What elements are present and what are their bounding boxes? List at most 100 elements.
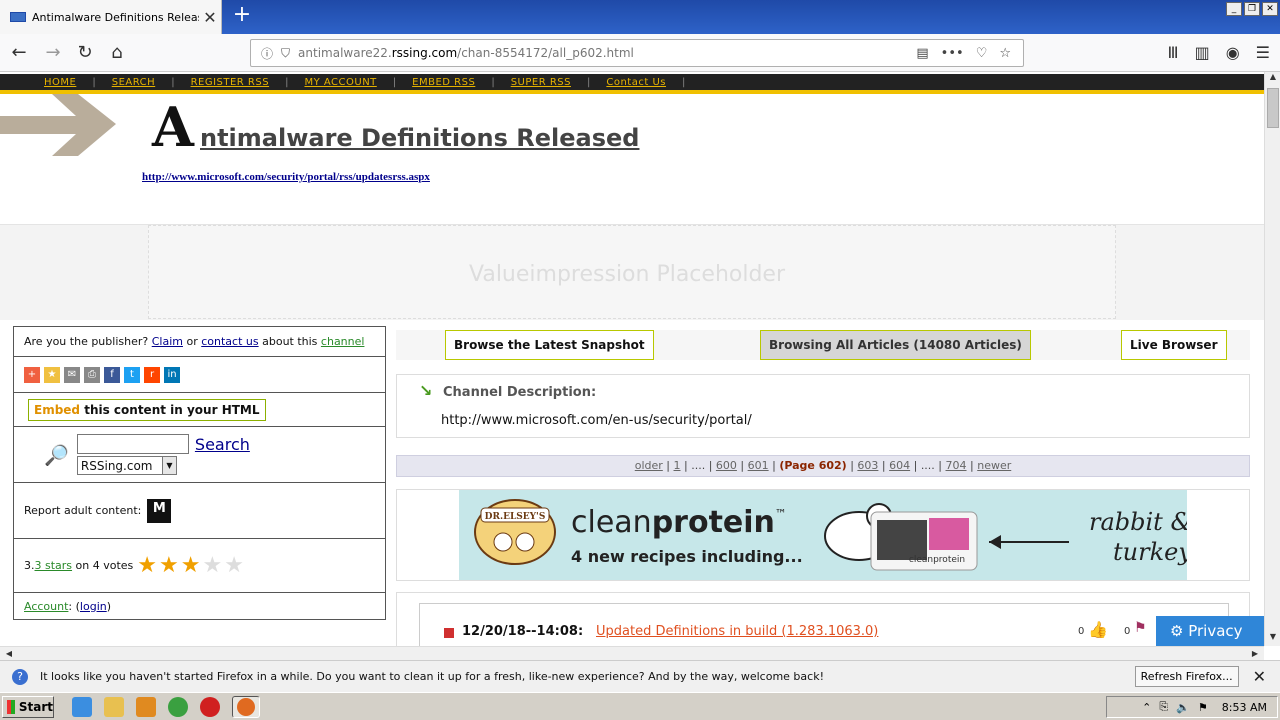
shield-icon[interactable]: ⛉ (281, 46, 290, 61)
star-icon[interactable]: ★ (137, 554, 157, 576)
media-player-icon[interactable] (136, 696, 156, 717)
firefox-notification-bar: ? It looks like you haven't started Fire… (0, 660, 1280, 692)
search-input[interactable] (76, 434, 189, 454)
restore-icon[interactable]: ❐ (1244, 2, 1260, 16)
star-rating[interactable]: ★ ★ ★ ★ ★ (137, 554, 244, 576)
info-icon[interactable]: ⓘ (261, 45, 273, 62)
refresh-firefox-button[interactable]: Refresh Firefox... (1134, 666, 1239, 687)
star-icon[interactable]: ★ (159, 554, 179, 576)
favorite-star-icon[interactable]: ★ (44, 366, 60, 383)
new-tab-icon[interactable]: + (230, 4, 254, 28)
pager-page-601[interactable]: 601 (748, 459, 769, 472)
menu-icon[interactable]: ☰ (1256, 43, 1270, 62)
menu-search[interactable]: SEARCH (112, 77, 155, 88)
web-page: HOME | SEARCH | REGISTER RSS | MY ACCOUNT | … (0, 72, 1264, 646)
reload-icon[interactable]: ↻ (72, 41, 98, 65)
close-window-icon[interactable]: ✕ (1262, 2, 1278, 16)
menu-my-account[interactable]: MY ACCOUNT (304, 77, 376, 88)
star-icon[interactable]: ★ (181, 554, 201, 576)
star-icon[interactable]: ★ (203, 554, 223, 576)
close-notification-icon[interactable]: ✕ (1253, 667, 1266, 686)
pager-page-704[interactable]: 704 (946, 459, 967, 472)
minimize-icon[interactable]: _ (1226, 2, 1242, 16)
pager-page-603[interactable]: 603 (857, 459, 878, 472)
star-icon[interactable]: ★ (224, 554, 244, 576)
pocket-icon[interactable]: ♡ (976, 46, 988, 61)
scroll-down-icon[interactable]: ▼ (1265, 632, 1280, 646)
close-tab-icon[interactable]: ✕ (199, 8, 221, 27)
feed-url-link[interactable]: http://www.microsoft.com/security/portal… (142, 171, 430, 183)
menu-embed-rss[interactable]: EMBED RSS (412, 77, 475, 88)
page-title[interactable]: ntimalware Definitions Released (200, 124, 639, 152)
live-browser-button[interactable]: Live Browser (1121, 330, 1227, 360)
firefox-taskbar-button[interactable] (232, 695, 260, 718)
contact-us-link[interactable]: contact us (201, 335, 258, 348)
email-icon[interactable]: ✉ (64, 366, 80, 383)
search-button[interactable]: Search (195, 435, 250, 454)
banner-artwork: DR.ELSEY'S cleanprotein™ 4 new recipes i… (474, 499, 1187, 571)
bookmark-star-icon[interactable]: ☆ (999, 46, 1011, 61)
start-button[interactable]: Start (2, 695, 54, 718)
tab-title: Antimalware Definitions Released (32, 10, 199, 24)
reader-view-icon[interactable]: ▤ (916, 46, 928, 61)
scroll-left-icon[interactable]: ◀ (2, 647, 16, 661)
thumbs-down-icon[interactable]: ⚑ (1134, 620, 1147, 636)
banner-brand: DR.ELSEY'S (485, 512, 546, 522)
login-link[interactable]: login (80, 600, 107, 613)
opera-icon[interactable] (200, 696, 220, 717)
pager-older[interactable]: older (635, 459, 663, 472)
address-bar[interactable]: ⓘ ⛉ antimalware22.rssing.com/chan-855417… (250, 39, 1024, 67)
article-date: 12/20/18--14:08: (462, 624, 584, 639)
volume-icon[interactable]: 🔈 (1176, 701, 1190, 714)
pager-page-600[interactable]: 600 (716, 459, 737, 472)
browser-tab[interactable]: Antimalware Definitions Released ✕ (0, 0, 222, 34)
library-icon[interactable]: Ⅲ (1168, 43, 1179, 62)
back-icon[interactable]: ← (6, 41, 32, 65)
browse-all-button[interactable]: Browsing All Articles (14080 Articles) (760, 330, 1031, 360)
reddit-icon[interactable]: r (144, 366, 160, 383)
banner-ad[interactable]: DR.ELSEY'S cleanprotein™ 4 new recipes i… (459, 490, 1187, 580)
pager-newer[interactable]: newer (977, 459, 1011, 472)
menu-contact-us[interactable]: Contact Us (606, 77, 666, 88)
site-select[interactable]: RSSing.com ▼ (76, 456, 177, 475)
facebook-icon[interactable]: f (104, 366, 120, 383)
forward-icon[interactable]: → (40, 41, 66, 65)
menu-home[interactable]: HOME (44, 77, 76, 88)
home-icon[interactable]: ⌂ (104, 41, 130, 65)
browse-latest-button[interactable]: Browse the Latest Snapshot (445, 330, 654, 360)
article-title-link[interactable]: Updated Definitions in build (1.283.1063… (596, 624, 878, 639)
pager-page-1[interactable]: 1 (674, 459, 681, 472)
network-icon[interactable]: ⎘ (1159, 700, 1168, 714)
print-icon[interactable]: ⎙ (84, 366, 100, 383)
internet-explorer-icon[interactable] (72, 696, 92, 717)
banner-script-2: turkey (1113, 538, 1187, 566)
claim-link[interactable]: Claim (152, 335, 183, 348)
report-adult-label: Report adult content: (24, 504, 142, 517)
embed-content-button[interactable]: Embed this content in your HTML (28, 398, 266, 421)
file-explorer-icon[interactable] (104, 696, 124, 717)
sidebar-icon[interactable]: ▥ (1195, 43, 1210, 62)
rating-prefix: 3. (24, 559, 35, 572)
scroll-up-icon[interactable]: ▲ (1265, 72, 1280, 86)
flag-icon[interactable]: ⚑ (1198, 701, 1208, 714)
tray-arrow-icon[interactable]: ⌃ (1142, 701, 1151, 714)
pager-page-604[interactable]: 604 (889, 459, 910, 472)
linkedin-icon[interactable]: in (164, 366, 180, 383)
twitter-icon[interactable]: t (124, 366, 140, 383)
vertical-scrollbar[interactable]: ▲ ▼ (1264, 72, 1280, 646)
horizontal-scrollbar[interactable]: ◀ ▶ (0, 646, 1264, 660)
menu-super-rss[interactable]: SUPER RSS (511, 77, 571, 88)
page-actions-icon[interactable]: ••• (941, 46, 964, 61)
chrome-icon[interactable] (168, 696, 188, 717)
addthis-icon[interactable]: + (24, 366, 40, 383)
account-link[interactable]: Account (24, 600, 68, 613)
rating-link[interactable]: 3 stars (35, 559, 73, 572)
scroll-thumb[interactable] (1267, 88, 1279, 128)
account-icon[interactable]: ◉ (1226, 43, 1240, 62)
channel-link[interactable]: channel (321, 335, 365, 348)
scroll-right-icon[interactable]: ▶ (1248, 647, 1262, 661)
privacy-button[interactable]: ⚙ Privacy (1156, 616, 1264, 646)
mature-rating-icon[interactable]: M (147, 498, 172, 523)
thumbs-up-icon[interactable]: 👍 (1088, 620, 1108, 639)
menu-register-rss[interactable]: REGISTER RSS (191, 77, 270, 88)
